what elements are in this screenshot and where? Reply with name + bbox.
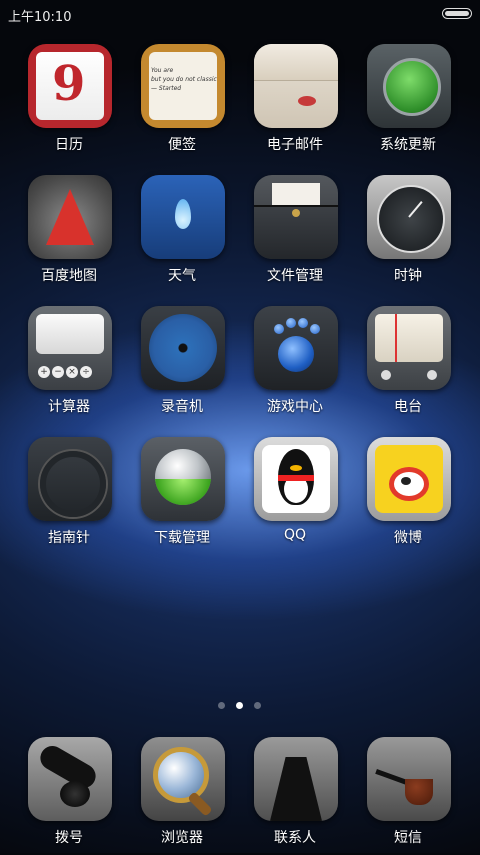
- app-download-manager[interactable]: 下载管理: [127, 437, 237, 555]
- dock-contacts[interactable]: 联系人: [240, 737, 350, 855]
- app-calendar[interactable]: 9 日历: [14, 44, 124, 162]
- weibo-icon: [367, 437, 451, 521]
- qq-icon: [254, 437, 338, 521]
- app-calculator[interactable]: + − × ÷ 计算器: [14, 306, 124, 424]
- app-label: 便签: [168, 137, 196, 153]
- app-label: 电子邮件: [267, 137, 323, 153]
- page-dot[interactable]: [254, 702, 261, 709]
- recorder-icon: [141, 306, 225, 390]
- browser-icon: [141, 737, 225, 821]
- page-dot[interactable]: [218, 702, 225, 709]
- app-game-center[interactable]: 游戏中心: [240, 306, 350, 424]
- app-label: 微博: [394, 530, 422, 546]
- app-label: 日历: [55, 137, 83, 153]
- app-system-update[interactable]: 系统更新: [353, 44, 463, 162]
- weather-icon: [141, 175, 225, 259]
- compass-icon: [28, 437, 112, 521]
- app-label: 浏览器: [161, 830, 203, 846]
- system-update-icon: [367, 44, 451, 128]
- page-indicator: [0, 702, 480, 712]
- dock-phone-dialer[interactable]: 拨号: [14, 737, 124, 855]
- app-label: 百度地图: [41, 268, 97, 284]
- calculator-icon: + − × ÷: [28, 306, 112, 390]
- app-file-manager[interactable]: 文件管理: [240, 175, 350, 293]
- dock-browser[interactable]: 浏览器: [127, 737, 237, 855]
- contacts-icon: [254, 737, 338, 821]
- app-weather[interactable]: 天气: [127, 175, 237, 293]
- radio-icon: [367, 306, 451, 390]
- app-label: 短信: [394, 830, 422, 846]
- app-qq[interactable]: QQ: [240, 437, 350, 555]
- notes-icon: You are but you do not classic — Started: [141, 44, 225, 128]
- app-notes[interactable]: You are but you do not classic — Started…: [127, 44, 237, 162]
- app-baidu-map[interactable]: 百度地图: [14, 175, 124, 293]
- app-label: QQ: [283, 527, 307, 543]
- app-recorder[interactable]: 录音机: [127, 306, 237, 424]
- status-bar: 上午10:10: [0, 0, 480, 26]
- dock-messages[interactable]: 短信: [353, 737, 463, 855]
- phone-dialer-icon: [28, 737, 112, 821]
- app-label: 计算器: [48, 399, 90, 415]
- app-email[interactable]: 电子邮件: [240, 44, 350, 162]
- app-label: 下载管理: [154, 530, 210, 546]
- app-label: 拨号: [55, 830, 83, 846]
- battery-icon: [442, 8, 472, 19]
- app-weibo[interactable]: 微博: [353, 437, 463, 555]
- app-label: 文件管理: [267, 268, 323, 284]
- calendar-icon: 9: [28, 44, 112, 128]
- messages-icon: [367, 737, 451, 821]
- email-icon: [254, 44, 338, 128]
- app-label: 游戏中心: [267, 399, 323, 415]
- download-manager-icon: [141, 437, 225, 521]
- app-label: 电台: [394, 399, 422, 415]
- app-radio[interactable]: 电台: [353, 306, 463, 424]
- app-label: 联系人: [274, 830, 316, 846]
- app-label: 天气: [168, 268, 196, 284]
- page-dot-active[interactable]: [236, 702, 243, 709]
- game-center-icon: [254, 306, 338, 390]
- app-label: 指南针: [48, 530, 90, 546]
- app-label: 系统更新: [380, 137, 436, 153]
- app-clock[interactable]: 时钟: [353, 175, 463, 293]
- app-label: 录音机: [161, 399, 203, 415]
- app-label: 时钟: [394, 268, 422, 284]
- clock-icon: [367, 175, 451, 259]
- app-compass[interactable]: 指南针: [14, 437, 124, 555]
- baidu-map-icon: [28, 175, 112, 259]
- file-manager-icon: [254, 175, 338, 259]
- status-time: 上午10:10: [8, 10, 72, 25]
